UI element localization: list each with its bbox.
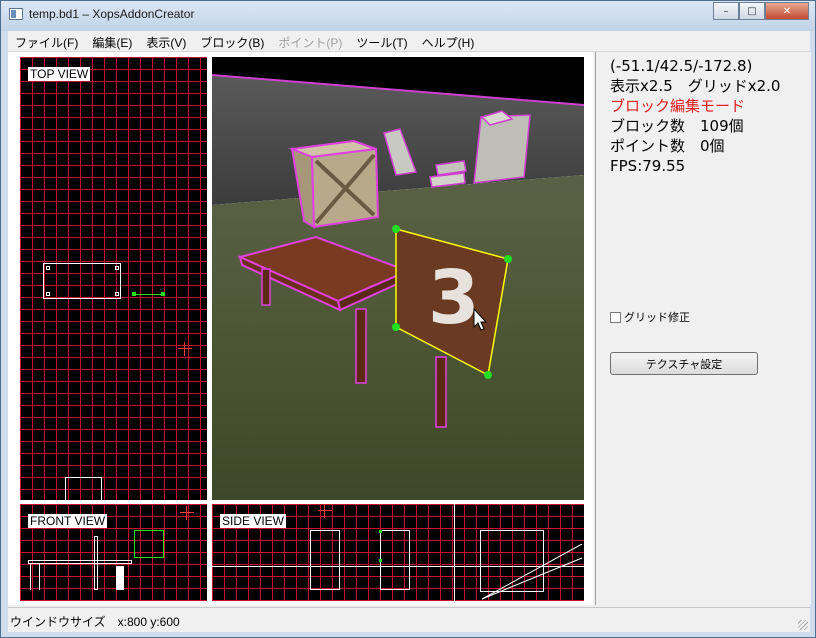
table-leg-outline: [115, 266, 119, 270]
table-top-outline: [43, 263, 121, 299]
menu-tool[interactable]: ツール(T): [349, 31, 414, 51]
menu-bar: ファイル(F) 編集(E) 表示(V) ブロック(B) ポイント(P) ツール(…: [8, 31, 810, 52]
top-view-label: TOP VIEW: [28, 67, 91, 81]
checkbox-box[interactable]: [610, 311, 621, 323]
table-leg-outline: [46, 292, 50, 296]
sign-outline: [380, 530, 410, 590]
minimize-button[interactable]: –: [713, 2, 739, 20]
table-leg-outline: [30, 564, 40, 590]
ramp-outline: [482, 544, 583, 600]
scene-render: 3: [212, 57, 584, 500]
menu-point: ポイント(P): [278, 36, 343, 50]
selection-vertex: [379, 530, 382, 533]
front-view-panel[interactable]: FRONT VIEW: [20, 504, 207, 601]
texture-settings-button[interactable]: テクスチャ設定: [610, 352, 758, 375]
menu-file[interactable]: ファイル(F): [8, 31, 85, 51]
info-panel: (-51.1/42.5/-172.8) 表示x2.5 グリッドx2.0 ブロック…: [595, 52, 811, 605]
selection-vertex: [379, 559, 382, 562]
menu-edit[interactable]: 編集(E): [85, 31, 139, 51]
table-leg-outline: [46, 266, 50, 270]
window-controls: – □ ✕: [713, 2, 809, 21]
selected-sign-outline: [134, 530, 164, 558]
menu-block[interactable]: ブロック(B): [193, 31, 271, 51]
table-leg-outline: [115, 292, 119, 296]
window-title: temp.bd1 – XopsAddonCreator: [29, 7, 195, 21]
table-leg-outline: [116, 566, 124, 590]
grid-fix-label: グリッド修正: [624, 311, 690, 324]
view-area: TOP VIEW 3 FRONT VIEW SIDE VIEW: [8, 52, 593, 605]
camera-marker-icon: [318, 504, 332, 518]
fps-readout: FPS:79.55: [610, 157, 686, 175]
sign-post-outline: [94, 536, 98, 590]
camera-marker-icon: [180, 506, 194, 520]
selection-vertex: [161, 292, 165, 296]
table-side-outline: [28, 560, 132, 564]
cursor-coordinates: (-51.1/42.5/-172.8): [610, 57, 753, 75]
maximize-button[interactable]: □: [739, 2, 765, 20]
point-count: ポイント数 0個: [610, 137, 725, 155]
selection-vertex: [132, 292, 136, 296]
resize-grip-icon[interactable]: [798, 620, 808, 630]
block-count: ブロック数 109個: [610, 117, 744, 135]
grid-fix-checkbox[interactable]: グリッド修正: [610, 309, 690, 325]
perspective-view[interactable]: 3: [212, 57, 584, 500]
sign-number-text: 3: [428, 255, 480, 341]
top-view-panel[interactable]: TOP VIEW: [20, 57, 207, 500]
window-size-status: ウインドウサイズ x:800 y:600: [10, 615, 180, 629]
client-area: ファイル(F) 編集(E) 表示(V) ブロック(B) ポイント(P) ツール(…: [8, 31, 811, 632]
close-button[interactable]: ✕: [765, 2, 809, 20]
edit-mode-indicator: ブロック編集モード: [610, 97, 746, 115]
status-bar: ウインドウサイズ x:800 y:600: [8, 607, 810, 632]
front-view-label: FRONT VIEW: [28, 514, 108, 528]
menu-view[interactable]: 表示(V): [139, 31, 193, 51]
title-bar[interactable]: temp.bd1 – XopsAddonCreator – □ ✕: [1, 1, 815, 31]
wall-outline: [454, 504, 455, 601]
selected-sign-outline: [134, 294, 164, 295]
camera-marker-icon: [178, 342, 192, 356]
menu-help[interactable]: ヘルプ(H): [415, 31, 482, 51]
crate-outline: [65, 477, 102, 500]
zoom-grid-readout: 表示x2.5 グリッドx2.0: [610, 77, 781, 95]
side-view-panel[interactable]: SIDE VIEW: [212, 504, 584, 601]
app-window: temp.bd1 – XopsAddonCreator – □ ✕ ファイル(F…: [0, 0, 816, 638]
side-view-label: SIDE VIEW: [220, 514, 287, 528]
crate-outline: [310, 530, 340, 590]
app-icon[interactable]: [9, 8, 23, 20]
